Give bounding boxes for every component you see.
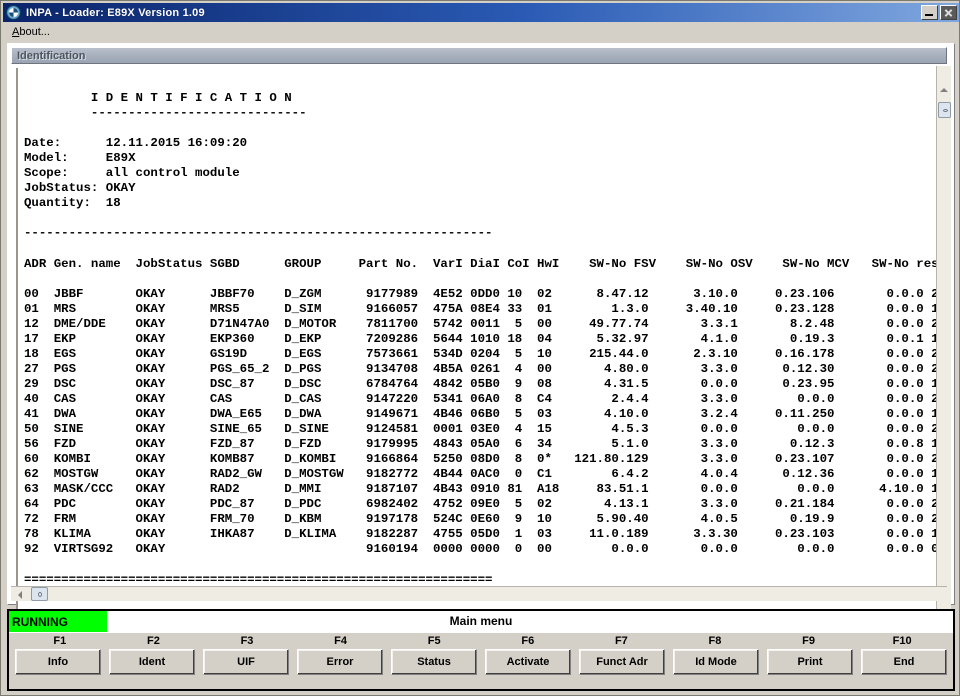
button-info[interactable]: Info	[15, 649, 101, 675]
window-title: INPA - Loader: E89X Version 1.09	[26, 6, 205, 19]
groupbox-title: Identification	[17, 49, 86, 62]
vertical-scrollbar[interactable]	[936, 66, 951, 624]
function-key-label-f9: F9	[802, 635, 815, 647]
title-bar: INPA - Loader: E89X Version 1.09	[3, 3, 959, 22]
button-error[interactable]: Error	[297, 649, 383, 675]
bmw-logo-icon	[6, 5, 21, 20]
vertical-scroll-thumb[interactable]	[938, 102, 951, 118]
inpa-loader-window: INPA - Loader: E89X Version 1.09 About..…	[0, 0, 960, 696]
console-text: I D E N T I F I C A T I O N ------------…	[24, 91, 938, 587]
button-funct-adr[interactable]: Funct Adr	[579, 649, 665, 675]
button-print[interactable]: Print	[767, 649, 853, 675]
horizontal-scrollbar[interactable]	[11, 586, 947, 601]
arrow-left-icon[interactable]	[18, 591, 22, 599]
status-row: RUNNING Main menu	[9, 611, 953, 633]
menu-bar: About...	[3, 22, 959, 41]
button-uif[interactable]: UIF	[203, 649, 289, 675]
button-activate[interactable]: Activate	[485, 649, 571, 675]
button-end[interactable]: End	[861, 649, 947, 675]
function-key-label-f4: F4	[334, 635, 347, 647]
function-key-label-f2: F2	[146, 635, 160, 647]
groupbox-header: Identification	[11, 47, 947, 64]
menu-title: Main menu	[449, 614, 513, 628]
function-key-labels: F1 F2 F3 F4 F5 F6 F7 F8 F9 F10	[9, 633, 953, 649]
button-id-mode[interactable]: Id Mode	[673, 649, 759, 675]
function-key-label-f8: F8	[708, 635, 722, 647]
function-key-label-f1: F1	[53, 635, 67, 647]
menu-item-about[interactable]: About...	[6, 24, 56, 40]
function-key-label-f6: F6	[521, 635, 535, 647]
identification-groupbox: Identification I D E N T I F I C A T I O…	[7, 43, 955, 624]
arrow-up-icon[interactable]	[940, 88, 948, 92]
identification-console: I D E N T I F I C A T I O N ------------…	[16, 68, 938, 624]
horizontal-scroll-thumb[interactable]	[31, 587, 48, 601]
function-key-label-f7: F7	[614, 635, 628, 647]
close-button[interactable]	[940, 5, 957, 20]
function-button-row: Info Ident UIF Error Status Activate Funct Adr…	[9, 649, 953, 675]
minimize-button[interactable]	[921, 5, 938, 20]
function-key-label-f5: F5	[427, 635, 441, 647]
menu-label-rest: bout...	[19, 25, 50, 38]
button-ident[interactable]: Ident	[109, 649, 195, 675]
function-key-label-f3: F3	[240, 635, 254, 647]
bottom-panel: RUNNING Main menu F1 F2 F3 F4 F5 F6 F7 F8 F9 F10 …	[7, 609, 955, 691]
function-key-label-f10: F10	[892, 635, 912, 647]
button-status[interactable]: Status	[391, 649, 477, 675]
